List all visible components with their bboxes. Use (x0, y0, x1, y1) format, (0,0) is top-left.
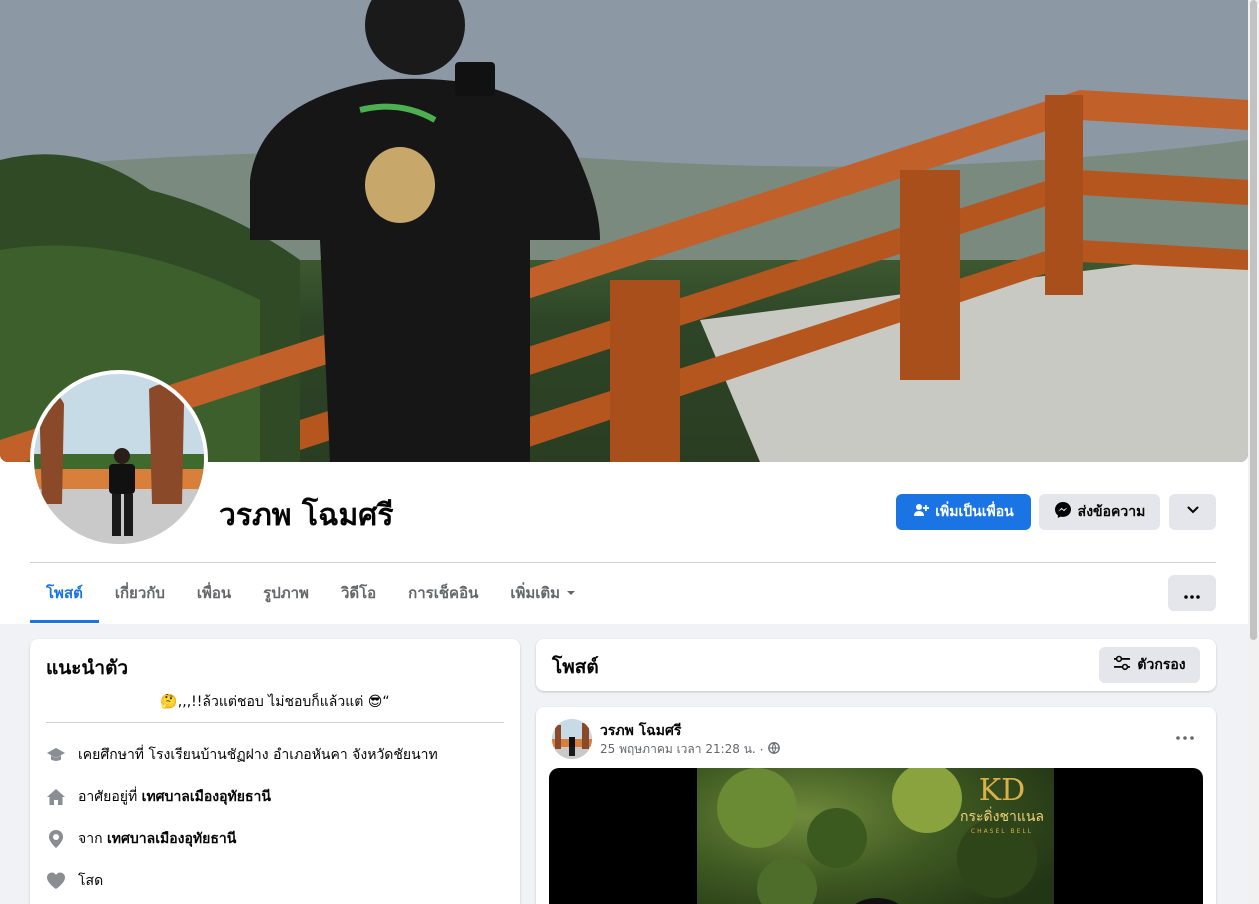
channel-logo: KD กระดิ่งชาแนล CHASEL BELL (960, 773, 1044, 836)
tab-label: เพื่อน (196, 584, 232, 602)
logo-sub-text: กระดิ่งชาแนล (960, 809, 1044, 825)
cover-photo-illustration (0, 0, 1248, 462)
avatar-illustration (34, 374, 204, 544)
intro-education: เคยศึกษาที่ โรงเรียนบ้านชัฏฝาง อำเภอหันค… (46, 741, 504, 769)
chevron-down-icon (1186, 503, 1200, 521)
post-author-name[interactable]: วรภพ โฉมศรี (600, 720, 681, 742)
tab-posts[interactable]: โพสต์ (30, 563, 99, 623)
tab-about[interactable]: เกี่ยวกับ (99, 563, 181, 623)
heart-icon (46, 871, 66, 891)
intro-bio: 🤔,,,!!ล้วแต่ชอบ ไม่ชอบก็แล้วแต่ 😎“ (160, 694, 390, 710)
tab-label: โพสต์ (46, 584, 83, 602)
tab-checkins[interactable]: การเช็คอิน (392, 563, 494, 623)
add-friend-icon (913, 502, 930, 522)
caret-down-icon (566, 584, 576, 602)
profile-avatar[interactable] (30, 370, 208, 548)
add-friend-label: เพิ่มเป็นเพื่อน (935, 504, 1014, 520)
cover-photo[interactable] (0, 0, 1248, 462)
post-photo: KD กระดิ่งชาแนล CHASEL BELL (697, 768, 1054, 904)
profile-tabs: โพสต์ เกี่ยวกับ เพื่อน รูปภาพ วิดีโอ การ… (30, 563, 592, 623)
tab-label: การเช็คอิน (408, 584, 479, 602)
tab-more[interactable]: เพิ่มเติม (494, 563, 592, 623)
tab-friends[interactable]: เพื่อน (181, 563, 247, 623)
post-avatar-illustration (552, 719, 592, 759)
intro-hometown-link[interactable]: เทศบาลเมืองอุทัยธานี (107, 831, 236, 847)
filter-sliders-icon (1113, 655, 1131, 675)
profile-options-button[interactable] (1169, 494, 1216, 530)
add-friend-button[interactable]: เพิ่มเป็นเพื่อน (896, 494, 1031, 530)
logo-tiny-text: CHASEL BELL (970, 828, 1034, 835)
graduation-cap-icon (46, 745, 66, 765)
home-icon (46, 787, 66, 807)
post-options-button[interactable] (1176, 725, 1194, 744)
intro-hometown-prefix: จาก (78, 831, 107, 847)
post-author-avatar[interactable] (552, 719, 592, 759)
meta-separator: · (759, 742, 764, 757)
scrollbar[interactable] (1248, 0, 1259, 904)
post-media[interactable]: KD กระดิ่งชาแนล CHASEL BELL (549, 768, 1203, 904)
posts-header-card: โพสต์ ตัวกรอง (536, 639, 1216, 691)
avatar-image (34, 374, 204, 544)
tab-label: เกี่ยวกับ (114, 584, 165, 602)
intro-title: แนะนำตัว (46, 657, 129, 679)
intro-current-city: อาศัยอยู่ที่ เทศบาลเมืองอุทัยธานี (46, 783, 504, 811)
post-timestamp[interactable]: 25 พฤษภาคม เวลา 21:28 น. (600, 740, 756, 759)
message-label: ส่งข้อความ (1077, 504, 1146, 520)
profile-header: วรภพ โฉมศรี เพิ่มเป็นเพื่อน ส่งข้อความ โ… (0, 0, 1259, 624)
intro-education-text: เคยศึกษาที่ โรงเรียนบ้านชัฏฝาง อำเภอหันค… (78, 747, 438, 763)
filter-button[interactable]: ตัวกรอง (1099, 647, 1200, 683)
globe-icon[interactable] (767, 742, 780, 757)
post-meta: 25 พฤษภาคม เวลา 21:28 น. · (600, 740, 780, 759)
logo-main-text: KD (978, 773, 1026, 808)
intro-divider (46, 722, 504, 723)
messenger-icon (1054, 501, 1072, 523)
intro-current-city-link[interactable]: เทศบาลเมืองอุทัยธานี (142, 789, 271, 805)
tab-label: เพิ่มเติม (510, 584, 561, 602)
message-button[interactable]: ส่งข้อความ (1039, 494, 1160, 530)
intro-relationship: โสด (46, 867, 504, 895)
profile-name: วรภพ โฉมศรี (219, 498, 394, 533)
tab-photos[interactable]: รูปภาพ (247, 563, 325, 623)
tab-label: รูปภาพ (263, 584, 309, 602)
scrollbar-thumb[interactable] (1250, 0, 1257, 640)
intro-card: แนะนำตัว 🤔,,,!!ล้วแต่ชอบ ไม่ชอบก็แล้วแต่… (30, 639, 520, 904)
post-card: วรภพ โฉมศรี 25 พฤษภาคม เวลา 21:28 น. · K… (536, 707, 1216, 904)
intro-hometown: จาก เทศบาลเมืองอุทัยธานี (46, 825, 504, 853)
ellipsis-icon (1184, 584, 1200, 603)
ellipsis-icon (1176, 725, 1194, 744)
intro-relationship-text: โสด (78, 873, 104, 889)
tab-label: วิดีโอ (340, 584, 377, 602)
more-options-button[interactable] (1168, 575, 1216, 611)
posts-title: โพสต์ (552, 656, 599, 678)
location-pin-icon (46, 829, 66, 849)
tab-videos[interactable]: วิดีโอ (325, 563, 392, 623)
filter-label: ตัวกรอง (1137, 657, 1186, 673)
intro-current-city-prefix: อาศัยอยู่ที่ (78, 789, 142, 805)
